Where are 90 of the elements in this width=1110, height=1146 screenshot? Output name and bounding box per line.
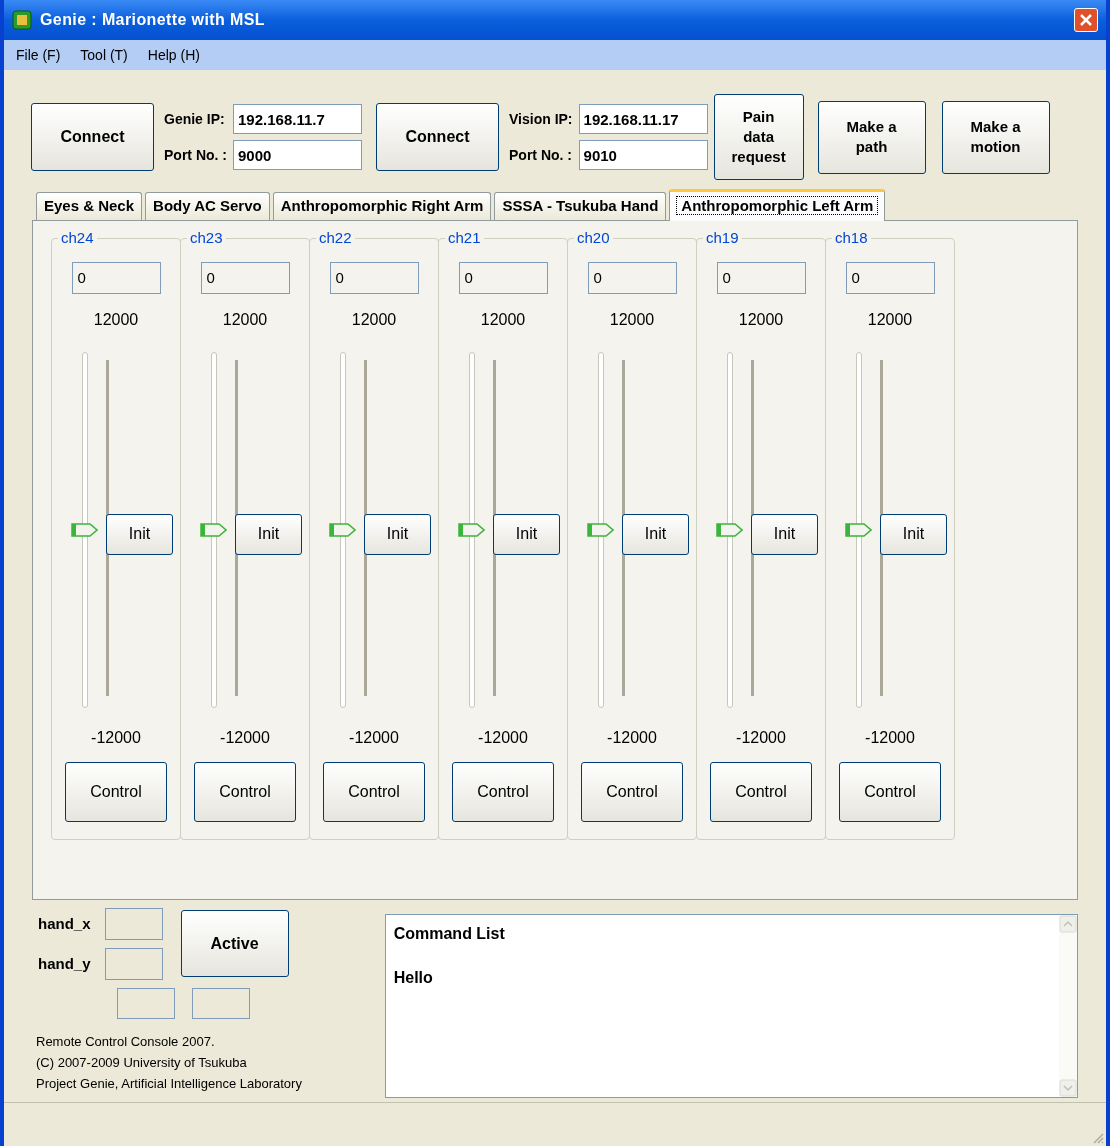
max-label: 12000 bbox=[480, 309, 526, 330]
max-label: 12000 bbox=[738, 309, 784, 330]
ip-field[interactable]: 192.168.11.17 bbox=[578, 104, 708, 134]
slider-thumb[interactable] bbox=[587, 522, 614, 537]
ip-field[interactable]: 192.168.11.7 bbox=[233, 104, 362, 134]
value-field[interactable]: 0 bbox=[71, 261, 161, 294]
channel-label: ch23 bbox=[189, 228, 224, 248]
action-button[interactable]: Make a path bbox=[817, 100, 926, 174]
init-button[interactable]: Init bbox=[364, 513, 431, 555]
tab[interactable]: Eyes & Neck bbox=[36, 192, 143, 220]
max-label: 12000 bbox=[351, 309, 397, 330]
command-line: Command List bbox=[393, 924, 506, 944]
value-field[interactable]: 0 bbox=[458, 261, 548, 294]
slider-thumb[interactable] bbox=[458, 522, 485, 537]
channel-label: ch20 bbox=[576, 228, 611, 248]
control-button[interactable]: Control bbox=[581, 761, 683, 822]
menu-item[interactable]: Tool (T) bbox=[80, 44, 128, 66]
slider-thumb[interactable] bbox=[200, 522, 227, 537]
command-line: Hello bbox=[393, 968, 434, 988]
ip-label: Genie IP: bbox=[164, 109, 226, 129]
menu-item[interactable]: File (F) bbox=[16, 44, 61, 66]
channel-label: ch22 bbox=[318, 228, 353, 248]
init-button[interactable]: Init bbox=[880, 513, 947, 555]
hand-x-label: hand_x bbox=[38, 913, 91, 934]
menu-item[interactable]: Help (H) bbox=[147, 44, 200, 66]
value-field[interactable]: 0 bbox=[329, 261, 419, 294]
init-button[interactable]: Init bbox=[751, 513, 818, 555]
init-button[interactable]: Init bbox=[235, 513, 302, 555]
port-field[interactable]: 9000 bbox=[233, 140, 362, 170]
footer-text: Project Genie, Artificial Intelligence Laboratory bbox=[36, 1075, 303, 1093]
hand-y-field[interactable] bbox=[104, 948, 163, 980]
slider-thumb[interactable] bbox=[716, 522, 743, 537]
port-field[interactable]: 9010 bbox=[578, 140, 708, 170]
min-label: -12000 bbox=[736, 727, 786, 748]
close-button[interactable] bbox=[1074, 8, 1098, 32]
slider-thumb[interactable] bbox=[329, 522, 356, 537]
close-icon bbox=[1079, 13, 1093, 27]
footer-text: (C) 2007-2009 University of Tsukuba bbox=[36, 1054, 248, 1072]
min-label: -12000 bbox=[865, 727, 915, 748]
channel-label: ch24 bbox=[60, 228, 95, 248]
control-button[interactable]: Control bbox=[65, 761, 167, 822]
min-label: -12000 bbox=[91, 727, 141, 748]
tab[interactable]: SSSA - Tsukuba Hand bbox=[494, 192, 667, 220]
tab[interactable]: Anthropomorphic Left Arm bbox=[669, 189, 886, 221]
input-field[interactable] bbox=[192, 988, 250, 1019]
min-label: -12000 bbox=[478, 727, 528, 748]
window-title: Genie : Marionette with MSL bbox=[40, 10, 266, 30]
min-label: -12000 bbox=[607, 727, 657, 748]
hand-x-field[interactable] bbox=[104, 908, 163, 940]
footer-text: Remote Control Console 2007. bbox=[36, 1033, 216, 1051]
connect-button[interactable]: Connect bbox=[31, 103, 154, 171]
port-label: Port No. : bbox=[164, 145, 227, 165]
control-button[interactable]: Control bbox=[194, 761, 296, 822]
tab[interactable]: Anthropomorphic Right Arm bbox=[272, 192, 492, 220]
action-button[interactable]: Pain data request bbox=[713, 94, 804, 180]
channel-label: ch21 bbox=[447, 228, 482, 248]
init-button[interactable]: Init bbox=[106, 513, 173, 555]
value-field[interactable]: 0 bbox=[845, 261, 935, 294]
control-button[interactable]: Control bbox=[452, 761, 554, 822]
port-label: Port No. : bbox=[509, 145, 573, 165]
init-button[interactable]: Init bbox=[622, 513, 689, 555]
ip-label: Vision IP: bbox=[509, 109, 573, 129]
max-label: 12000 bbox=[609, 309, 655, 330]
channel-label: ch19 bbox=[705, 228, 740, 248]
control-button[interactable]: Control bbox=[323, 761, 425, 822]
init-button[interactable]: Init bbox=[493, 513, 560, 555]
action-button[interactable]: Make a motion bbox=[941, 100, 1050, 174]
value-field[interactable]: 0 bbox=[200, 261, 290, 294]
slider-thumb[interactable] bbox=[845, 522, 872, 537]
scroll-down-icon[interactable] bbox=[1059, 1079, 1077, 1097]
resize-grip-icon[interactable] bbox=[1092, 1132, 1104, 1144]
slider-thumb[interactable] bbox=[71, 522, 98, 537]
connect-button[interactable]: Connect bbox=[376, 103, 499, 171]
control-button[interactable]: Control bbox=[710, 761, 812, 822]
control-button[interactable]: Control bbox=[839, 761, 941, 822]
tab[interactable]: Body AC Servo bbox=[145, 192, 270, 220]
input-field[interactable] bbox=[117, 988, 175, 1019]
scroll-up-icon[interactable] bbox=[1059, 915, 1077, 933]
max-label: 12000 bbox=[867, 309, 913, 330]
min-label: -12000 bbox=[220, 727, 270, 748]
max-label: 12000 bbox=[222, 309, 268, 330]
value-field[interactable]: 0 bbox=[716, 261, 806, 294]
min-label: -12000 bbox=[349, 727, 399, 748]
value-field[interactable]: 0 bbox=[587, 261, 677, 294]
channel-label: ch18 bbox=[834, 228, 869, 248]
scrollbar[interactable] bbox=[1059, 915, 1077, 1097]
app-icon bbox=[12, 10, 32, 30]
hand-y-label: hand_y bbox=[38, 953, 91, 974]
max-label: 12000 bbox=[93, 309, 139, 330]
active-button[interactable]: Active bbox=[180, 910, 289, 977]
